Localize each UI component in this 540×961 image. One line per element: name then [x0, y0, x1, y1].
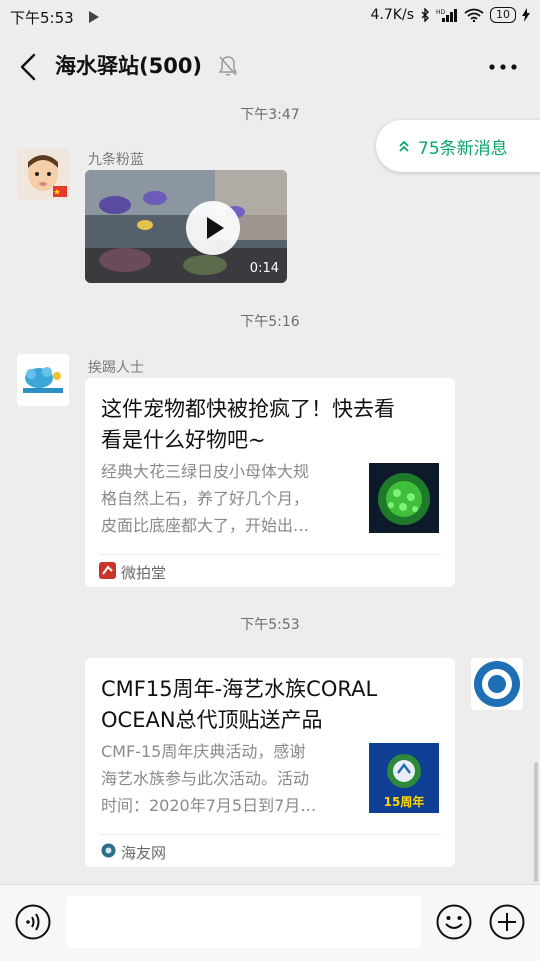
card-desc-line: 格自然上石，养了好几个月， [101, 489, 310, 508]
network-speed: 4.7K/s [370, 7, 414, 23]
video-duration: 0:14 [249, 261, 279, 276]
battery-level: 10 [490, 7, 516, 23]
status-bar: 下午5:53 4.7K/s HD 10 [0, 0, 540, 34]
child-avatar-icon [17, 148, 69, 200]
card-desc-line: 海艺水族参与此次活动。活动 [101, 769, 310, 788]
coral-thumbnail-image [369, 463, 439, 533]
mute-bell-icon [218, 56, 238, 76]
play-icon [207, 217, 224, 239]
voice-input-icon[interactable] [15, 904, 51, 940]
link-card[interactable]: CMF15周年-海艺水族CORAL OCEAN总代顶贴送产品 CMF-15周年庆… [85, 658, 455, 867]
source-logo-icon [99, 562, 116, 579]
card-title-line: 这件宠物都快被抢疯了！快去看 [101, 397, 395, 421]
message-timestamp: 下午5:53 [240, 617, 300, 633]
double-chevron-up-icon [399, 140, 409, 152]
thumbnail-badge: 15周年 [383, 795, 425, 809]
new-messages-label: 75条新消息 [418, 138, 508, 159]
coral-logo-icon [17, 354, 69, 406]
message-input[interactable] [66, 896, 421, 948]
bluetooth-icon [421, 8, 429, 22]
card-desc-line: CMF-15周年庆典活动，感谢 [101, 742, 306, 761]
chat-title: 海水驿站(500) [55, 54, 203, 78]
emoji-icon[interactable] [436, 904, 472, 940]
card-desc-line: 皮面比底座都大了，开始出… [101, 516, 310, 535]
card-divider [99, 554, 441, 555]
avatar[interactable] [471, 658, 523, 710]
play-indicator-icon [89, 11, 99, 23]
avatar[interactable] [17, 148, 69, 200]
card-source: 海友网 [121, 844, 167, 862]
more-options-icon[interactable] [488, 59, 518, 75]
card-title-line: OCEAN总代顶贴送产品 [101, 708, 323, 732]
new-messages-button[interactable]: 75条新消息 [376, 120, 540, 172]
card-title-line: CMF15周年-海艺水族CORAL [101, 677, 378, 701]
card-desc-line: 经典大花三绿日皮小母体大规 [101, 462, 310, 481]
charging-icon [522, 8, 530, 22]
svg-text:HD: HD [436, 9, 446, 16]
signal-icon: HD [436, 9, 457, 22]
message-timestamp: 下午5:16 [240, 314, 300, 330]
back-arrow-icon[interactable] [16, 52, 40, 82]
card-title-line: 看是什么好物吧~ [101, 428, 266, 452]
video-message[interactable]: 0:14 [85, 170, 287, 283]
card-thumbnail: 15周年 [369, 743, 439, 813]
sender-name: 挨踢人士 [88, 360, 144, 376]
plus-icon[interactable] [489, 904, 525, 940]
wifi-icon [464, 8, 484, 22]
user-avatar-icon [471, 658, 523, 710]
card-source: 微拍堂 [121, 564, 167, 582]
status-indicators: 4.7K/s HD 10 [371, 7, 530, 23]
play-button[interactable] [186, 201, 240, 255]
sender-name: 九条粉蓝 [88, 152, 144, 168]
scrollbar-thumb[interactable] [534, 762, 538, 882]
avatar[interactable] [17, 354, 69, 406]
source-logo-icon [101, 843, 116, 858]
status-time: 下午5:53 [10, 9, 74, 27]
link-card[interactable]: 这件宠物都快被抢疯了！快去看 看是什么好物吧~ 经典大花三绿日皮小母体大规 格自… [85, 378, 455, 587]
card-divider [99, 834, 441, 835]
card-thumbnail [369, 463, 439, 533]
card-desc-line: 时间：2020年7月5日到7月… [101, 796, 317, 815]
